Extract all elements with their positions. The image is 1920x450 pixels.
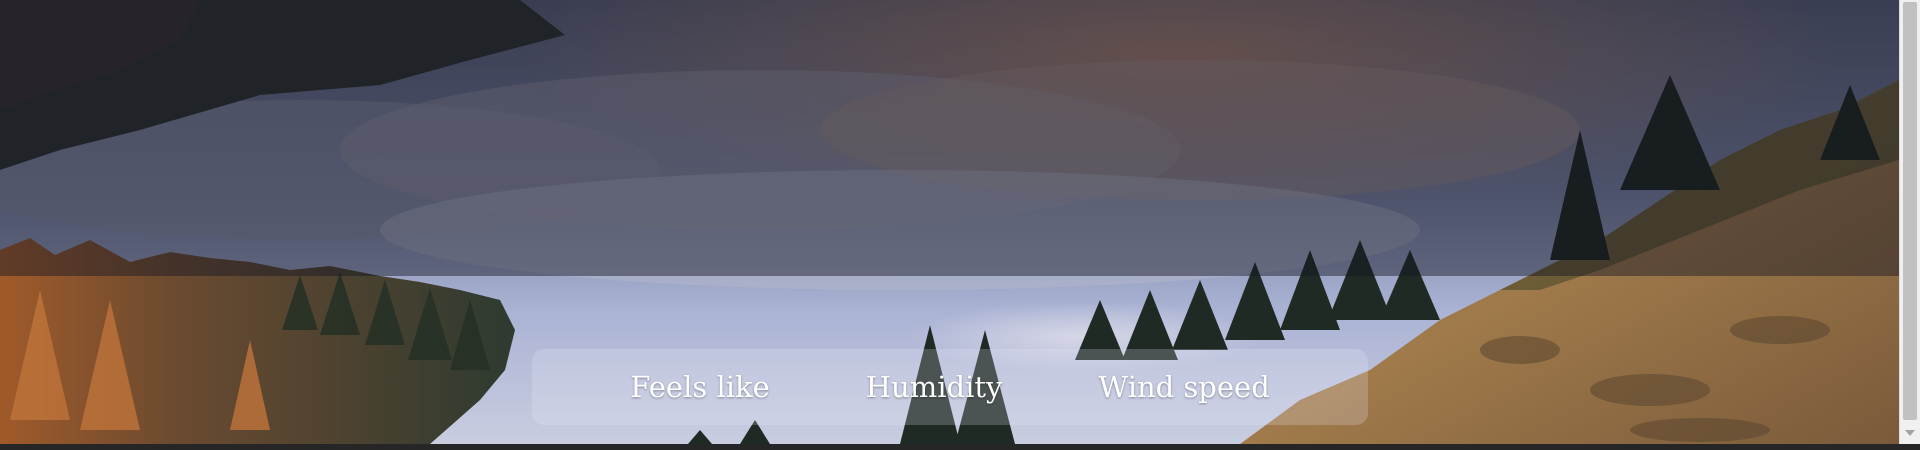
chevron-down-icon[interactable] <box>1900 424 1920 442</box>
vertical-scrollbar[interactable] <box>1899 0 1920 444</box>
bottom-edge-bar <box>0 444 1920 450</box>
header-overlay <box>0 0 1899 276</box>
feels-like-label: Feels like <box>630 370 770 404</box>
humidity-label: Humidity <box>865 370 1003 404</box>
weather-details-panel: Feels like Humidity Wind speed <box>532 349 1368 425</box>
scrollbar-thumb[interactable] <box>1903 2 1917 420</box>
wind-speed-label: Wind speed <box>1098 370 1270 404</box>
app-viewport: Feels like Humidity Wind speed <box>0 0 1899 444</box>
